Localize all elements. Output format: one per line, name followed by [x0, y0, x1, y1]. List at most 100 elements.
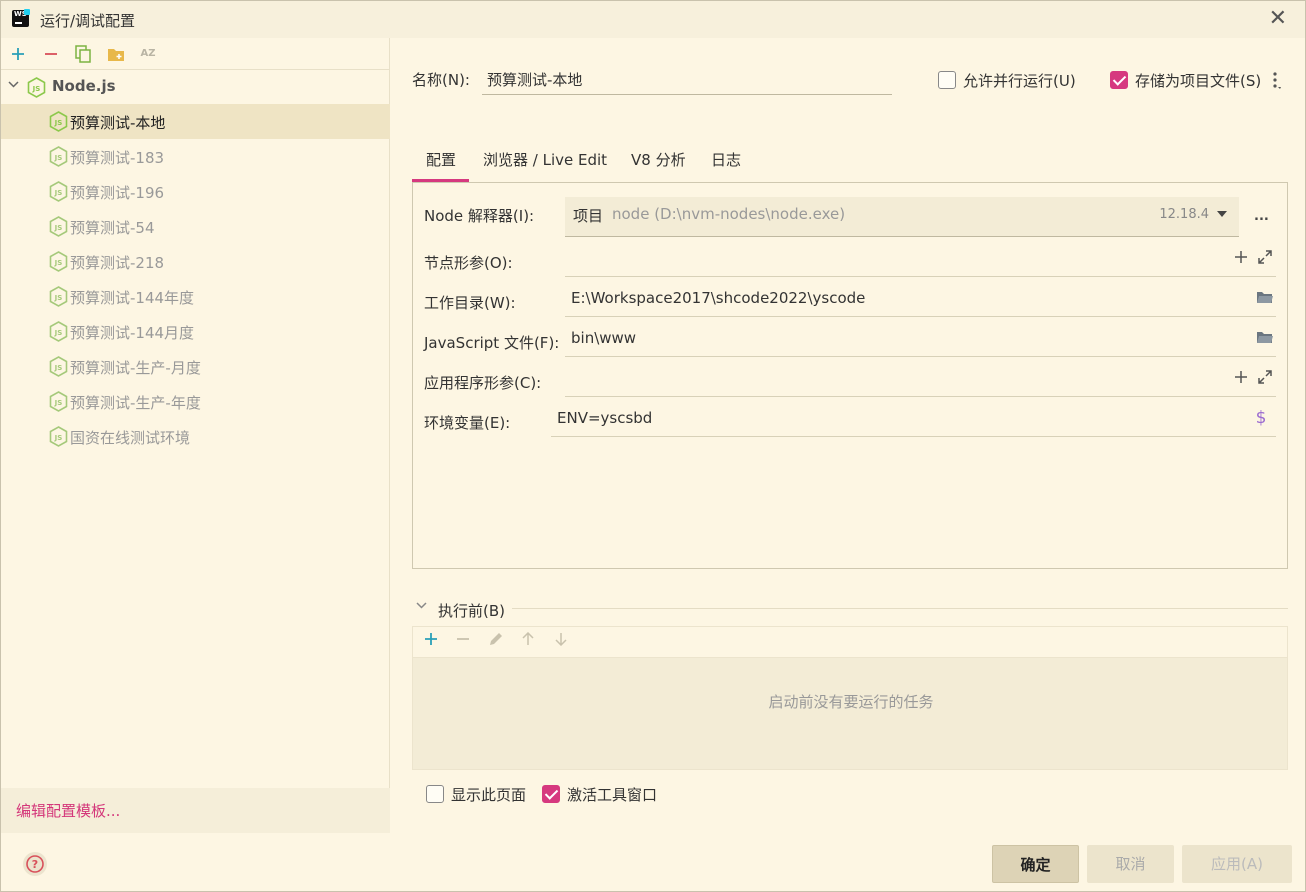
svg-text:JS: JS — [54, 224, 63, 232]
name-input[interactable]: 预算测试-本地 — [482, 63, 892, 95]
kebab-menu-icon[interactable] — [1271, 71, 1281, 91]
nodejs-icon: JS — [27, 77, 46, 98]
allow-parallel-label: 允许并行运行(U) — [963, 72, 1076, 90]
nodejs-icon: JS — [49, 146, 68, 167]
tree-item-config[interactable]: JS 预算测试-144月度 — [1, 314, 390, 349]
edit-config-templates-link[interactable]: 编辑配置模板... — [16, 800, 120, 821]
config-tree-panel: AZ JS Node.js JS 预算测试-本地 JS 预算测试-183 JS … — [1, 38, 390, 833]
svg-text:JS: JS — [54, 399, 63, 407]
jsfile-input[interactable]: bin\www — [565, 321, 1276, 357]
tree-item-label: 预算测试-218 — [70, 254, 165, 272]
activate-tool-window-checkbox[interactable] — [542, 785, 560, 803]
tab-v8-profiling[interactable]: V8 分析 — [631, 149, 686, 170]
svg-text:JS: JS — [54, 119, 63, 127]
svg-text:JS: JS — [54, 259, 63, 267]
chevron-down-icon[interactable] — [8, 79, 19, 93]
svg-text:JS: JS — [32, 85, 41, 93]
svg-text:JS: JS — [54, 434, 63, 442]
node-params-label: 节点形参(O): — [424, 254, 513, 272]
svg-text:JS: JS — [54, 154, 63, 162]
nodejs-icon: JS — [49, 356, 68, 377]
tab-browser-live-edit[interactable]: 浏览器 / Live Edit — [483, 149, 607, 170]
env-input[interactable]: ENV=yscsbd $ — [551, 401, 1276, 437]
tree-item-config[interactable]: JS 预算测试-183 — [1, 139, 390, 174]
plus-icon[interactable] — [1232, 248, 1250, 266]
workdir-input[interactable]: E:\Workspace2017\shcode2022\yscode — [565, 281, 1276, 317]
ok-button[interactable]: 确定 — [992, 845, 1079, 883]
tree-item-label: 预算测试-生产-月度 — [70, 359, 201, 377]
edit-task-button[interactable] — [486, 631, 506, 651]
allow-parallel-checkbox[interactable] — [938, 71, 956, 89]
store-as-project-file-label: 存储为项目文件(S) — [1135, 72, 1262, 90]
svg-text:JS: JS — [54, 189, 63, 197]
jsfile-label: JavaScript 文件(F): — [424, 334, 560, 352]
webstorm-app-icon: WS — [12, 9, 30, 27]
add-config-button[interactable] — [7, 43, 29, 65]
add-task-button[interactable] — [421, 631, 441, 651]
minus-icon — [457, 638, 469, 640]
expand-icon[interactable] — [1256, 368, 1274, 386]
nodejs-icon: JS — [49, 321, 68, 342]
tree-item-label: 预算测试-183 — [70, 149, 165, 167]
store-as-project-file-checkbox[interactable] — [1110, 71, 1128, 89]
tab-logs[interactable]: 日志 — [711, 149, 741, 170]
tree-root-nodejs[interactable]: JS Node.js — [1, 71, 390, 104]
nodejs-icon: JS — [49, 216, 68, 237]
tree-item-config[interactable]: JS 预算测试-54 — [1, 209, 390, 244]
tree-item-label: 预算测试-54 — [70, 219, 155, 237]
copy-config-button[interactable] — [72, 43, 94, 65]
tree-item-label: 国资在线测试环境 — [70, 429, 191, 447]
move-down-button[interactable] — [551, 631, 571, 651]
tree-item-config[interactable]: JS 预算测试-生产-年度 — [1, 384, 390, 419]
interpreter-path: node (D:\nvm-nodes\node.exe) — [612, 205, 846, 223]
config-panel: Node 解释器(I): 项目 node (D:\nvm-nodes\node.… — [412, 182, 1288, 569]
before-launch-header[interactable]: 执行前(B) — [412, 598, 1288, 620]
new-folder-button[interactable] — [105, 43, 127, 65]
tree-item-label: 预算测试-144年度 — [70, 289, 195, 307]
dollar-icon[interactable]: $ — [1252, 408, 1270, 426]
plus-icon — [12, 48, 24, 60]
copy-icon — [75, 45, 91, 63]
left-footer: 编辑配置模板... — [1, 788, 390, 833]
apply-button[interactable]: 应用(A) — [1182, 845, 1292, 883]
svg-text:$: $ — [1256, 408, 1267, 426]
remove-config-button[interactable] — [40, 43, 62, 65]
nodejs-icon: JS — [49, 391, 68, 412]
activate-tool-window-label: 激活工具窗口 — [567, 786, 658, 804]
minus-icon — [45, 53, 57, 55]
move-up-button[interactable] — [518, 631, 538, 651]
remove-task-button[interactable] — [453, 631, 473, 651]
tab-config[interactable]: 配置 — [426, 149, 456, 170]
chevron-down-icon[interactable] — [416, 600, 427, 614]
node-params-input[interactable] — [565, 241, 1276, 277]
name-label: 名称(N): — [412, 71, 470, 89]
folder-open-icon[interactable] — [1256, 328, 1274, 346]
interpreter-label: Node 解释器(I): — [424, 207, 535, 225]
tree-toolbar: AZ — [1, 38, 390, 70]
svg-text:JS: JS — [54, 364, 63, 372]
folder-open-icon[interactable] — [1256, 288, 1274, 306]
tree-item-config[interactable]: JS 国资在线测试环境 — [1, 419, 390, 454]
sort-alpha-button[interactable]: AZ — [137, 43, 159, 65]
cancel-button[interactable]: 取消 — [1087, 845, 1174, 883]
interpreter-tag: 项目 — [573, 207, 604, 225]
tree-item-config[interactable]: JS 预算测试-196 — [1, 174, 390, 209]
pencil-icon — [490, 633, 502, 645]
empty-task-message: 启动前没有要运行的任务 — [768, 693, 934, 711]
tree-item-config[interactable]: JS 预算测试-144年度 — [1, 279, 390, 314]
app-params-input[interactable] — [565, 361, 1276, 397]
show-page-checkbox[interactable] — [426, 785, 444, 803]
tree-item-config[interactable]: JS 预算测试-生产-月度 — [1, 349, 390, 384]
env-value: ENV=yscsbd — [557, 409, 653, 427]
expand-icon[interactable] — [1256, 248, 1274, 266]
plus-icon[interactable] — [1232, 368, 1250, 386]
arrow-down-icon — [555, 633, 567, 647]
close-icon[interactable]: ✕ — [1269, 7, 1287, 31]
tree-item-config[interactable]: JS 预算测试-218 — [1, 244, 390, 279]
tree-item-label: 预算测试-144月度 — [70, 324, 195, 342]
help-icon[interactable]: ? — [23, 852, 47, 876]
tree-item-config[interactable]: JS 预算测试-本地 — [1, 104, 390, 139]
interpreter-select[interactable]: 项目 node (D:\nvm-nodes\node.exe) 12.18.4 — [565, 197, 1239, 237]
interpreter-more-button[interactable]: ... — [1254, 209, 1269, 224]
run-debug-config-dialog: WS 运行/调试配置 ✕ AZ JS Node.js JS 预算测试-本地 JS… — [0, 0, 1306, 892]
